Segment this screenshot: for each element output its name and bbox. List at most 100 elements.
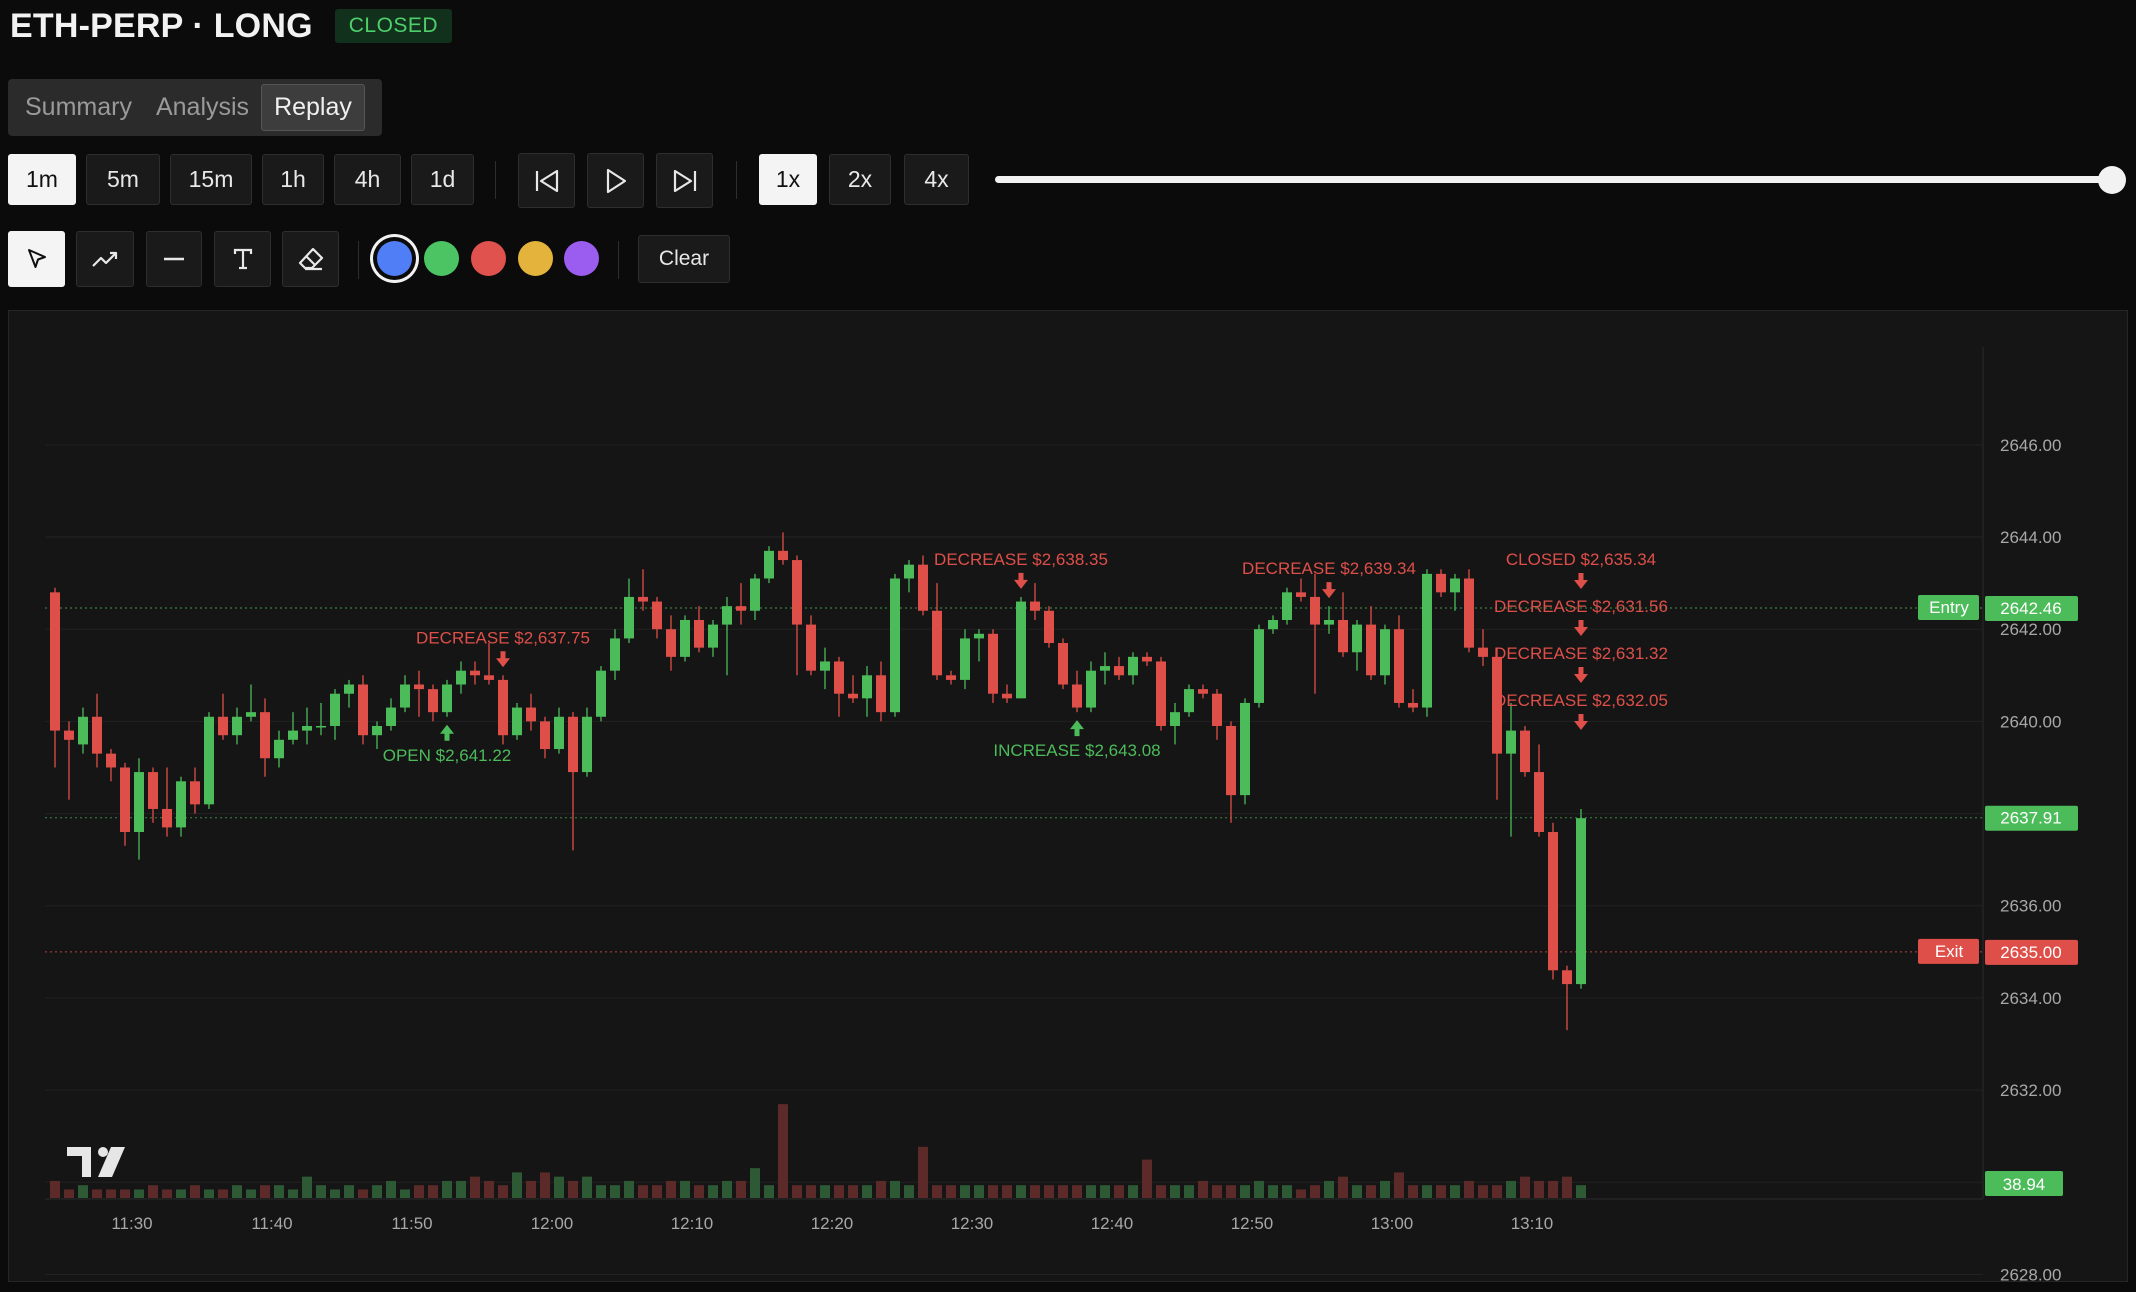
candle-body xyxy=(316,725,326,728)
candle-body xyxy=(1170,712,1180,726)
x-tick-label: 13:10 xyxy=(1511,1214,1554,1233)
horizontal-line-tool-button[interactable] xyxy=(146,231,202,287)
candle-body xyxy=(1478,647,1488,657)
candle-body xyxy=(862,675,872,699)
candle-body xyxy=(960,638,970,680)
timeframe-1d-button[interactable]: 1d xyxy=(411,154,474,205)
volume-bar xyxy=(1296,1189,1306,1198)
candle-body xyxy=(778,550,788,561)
speed-2x-button[interactable]: 2x xyxy=(829,154,891,205)
timeframe-5m-button[interactable]: 5m xyxy=(86,154,160,205)
last-volume-tag: 38.94 xyxy=(1985,1171,2063,1196)
timeframe-15m-button[interactable]: 15m xyxy=(170,154,252,205)
volume-bar xyxy=(638,1185,648,1198)
candle-body xyxy=(218,716,228,736)
volume-bar xyxy=(148,1185,158,1198)
candle-body xyxy=(1324,619,1334,625)
marker-arrow-up xyxy=(440,724,454,741)
volume-bar xyxy=(1436,1185,1446,1198)
eraser-icon xyxy=(298,247,323,271)
trade-marker: DECREASE $2,632.05 xyxy=(1494,691,1668,730)
play-icon xyxy=(606,168,626,193)
reference-line-label: Entry xyxy=(1918,594,1979,620)
timeframe-1h-button[interactable]: 1h xyxy=(262,154,324,205)
marker-label: DECREASE $2,631.56 xyxy=(1494,597,1668,616)
eraser-tool-button[interactable] xyxy=(282,231,339,287)
color-swatch-yellow[interactable] xyxy=(518,241,553,276)
candle-body xyxy=(162,808,172,828)
candle-body xyxy=(134,772,144,832)
volume-bar xyxy=(484,1180,494,1198)
color-swatch-red[interactable] xyxy=(471,241,506,276)
volume-bar xyxy=(1534,1180,1544,1198)
skip-forward-button[interactable] xyxy=(656,153,713,208)
color-swatch-purple[interactable] xyxy=(564,241,599,276)
candle-body xyxy=(680,619,690,657)
volume-bar xyxy=(834,1185,844,1198)
page-header: ETH-PERP · LONG CLOSED xyxy=(10,6,453,46)
marker-label: DECREASE $2,639.34 xyxy=(1242,559,1416,578)
color-swatch-blue[interactable] xyxy=(377,241,412,276)
volume-bar xyxy=(652,1185,662,1198)
volume-bar xyxy=(512,1172,522,1198)
volume-bar xyxy=(792,1185,802,1198)
candle-body xyxy=(1422,573,1432,708)
replay-progress-slider[interactable] xyxy=(995,176,2113,183)
candle-body xyxy=(1044,610,1054,644)
tab-replay[interactable]: Replay xyxy=(261,84,365,131)
toolbar-divider xyxy=(358,241,359,279)
color-swatch-green[interactable] xyxy=(424,241,459,276)
volume-bar xyxy=(526,1180,536,1198)
candle-body xyxy=(1268,619,1278,630)
clear-drawings-button[interactable]: Clear xyxy=(638,235,730,283)
skip-back-button[interactable] xyxy=(518,153,575,208)
x-tick-label: 12:30 xyxy=(951,1214,994,1233)
volume-bar xyxy=(862,1185,872,1198)
tradingview-logo xyxy=(67,1147,125,1177)
volume-bar xyxy=(750,1168,760,1198)
candle-body xyxy=(708,624,718,648)
volume-bar xyxy=(1576,1185,1586,1198)
candle-body xyxy=(652,601,662,630)
trend-line-tool-button[interactable] xyxy=(76,231,134,287)
timeframe-1m-button[interactable]: 1m xyxy=(8,154,76,205)
candle-body xyxy=(694,619,704,648)
play-button[interactable] xyxy=(587,153,644,208)
timeframe-4h-button[interactable]: 4h xyxy=(334,154,401,205)
candle-body xyxy=(498,679,508,736)
volume-bar xyxy=(428,1185,438,1198)
tab-analysis[interactable]: Analysis xyxy=(144,85,261,130)
volume-bar xyxy=(1114,1185,1124,1198)
candle-body xyxy=(330,693,340,726)
candle-body xyxy=(1548,832,1558,971)
volume-bar xyxy=(498,1185,508,1198)
candlestick-chart[interactable]: 2646.002644.002642.002640.002638.002636.… xyxy=(9,311,2129,1283)
speed-1x-button[interactable]: 1x xyxy=(759,154,817,205)
replay-slider-handle[interactable] xyxy=(2098,166,2126,194)
marker-label: OPEN $2,641.22 xyxy=(383,746,512,765)
price-chart-panel[interactable]: 2646.002644.002642.002640.002638.002636.… xyxy=(8,310,2129,1283)
y-tick-label: 2644.00 xyxy=(2000,528,2061,547)
candle-body xyxy=(386,707,396,726)
candle-body xyxy=(638,596,648,602)
candle-body xyxy=(1198,689,1208,694)
candle-body xyxy=(1296,592,1306,597)
volume-bar xyxy=(1520,1176,1530,1198)
volume-bar xyxy=(1156,1185,1166,1198)
text-tool-button[interactable] xyxy=(214,231,271,287)
tab-summary[interactable]: Summary xyxy=(13,85,144,130)
volume-bar xyxy=(1478,1185,1488,1198)
volume-bar xyxy=(876,1180,886,1198)
toolbar-divider xyxy=(495,161,496,199)
volume-bar xyxy=(1324,1180,1334,1198)
volume-bar xyxy=(1240,1185,1250,1198)
marker-arrow-down xyxy=(1322,582,1336,599)
reference-line-label-text: Entry xyxy=(1929,598,1969,617)
volume-bar xyxy=(358,1189,368,1198)
toolbar-divider xyxy=(618,241,619,279)
speed-4x-button[interactable]: 4x xyxy=(904,154,969,205)
cursor-tool-button[interactable] xyxy=(8,231,65,287)
trade-marker: DECREASE $2,639.34 xyxy=(1242,559,1416,599)
candle-body xyxy=(372,725,382,736)
volume-bar xyxy=(946,1185,956,1198)
